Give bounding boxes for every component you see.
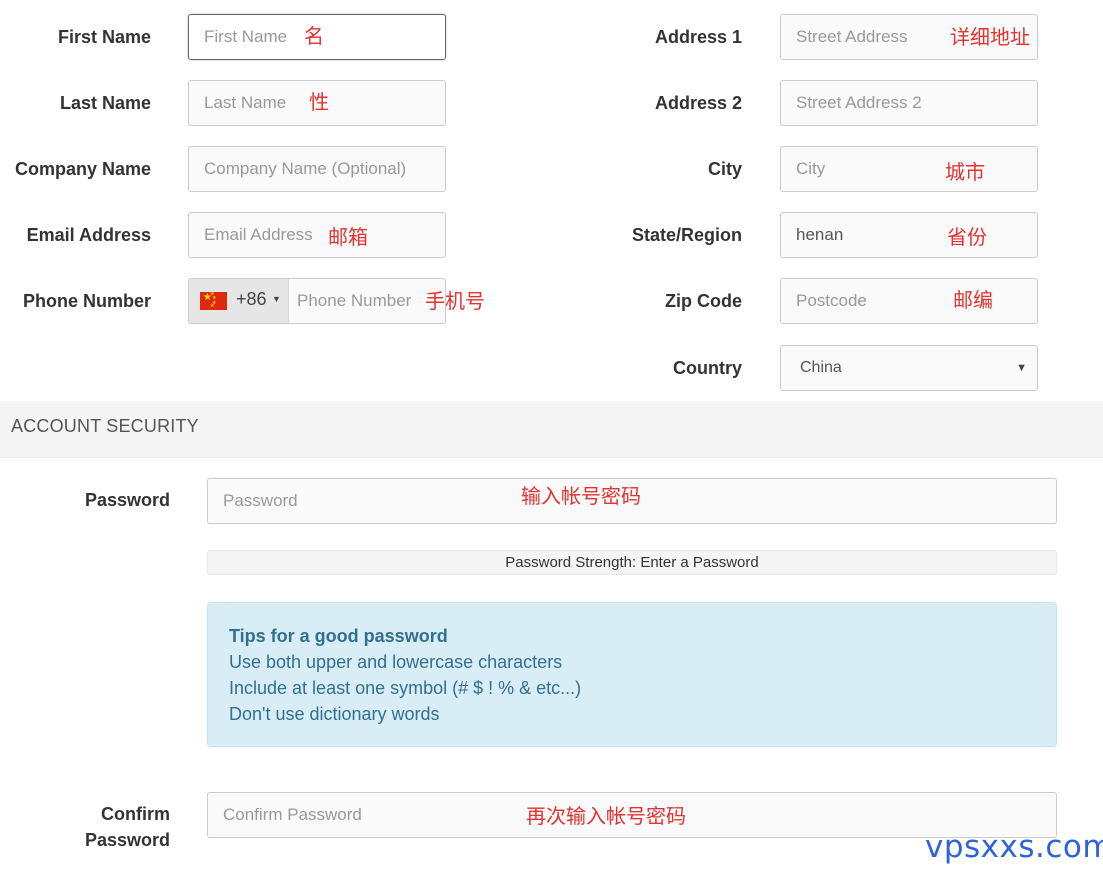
phone-input[interactable] — [288, 279, 445, 323]
tip-line: Don't use dictionary words — [229, 704, 440, 724]
select-arrow-icon: ▼ — [1016, 362, 1027, 374]
password-input[interactable] — [208, 479, 1056, 523]
account-security-header: ACCOUNT SECURITY — [0, 401, 1103, 458]
company-name-input[interactable] — [189, 147, 445, 191]
first-name-field[interactable] — [188, 14, 446, 60]
address1-field[interactable] — [780, 14, 1038, 60]
city-label: City — [707, 159, 742, 179]
last-name-input[interactable] — [189, 81, 445, 125]
company-name-field[interactable] — [188, 146, 446, 192]
address2-input[interactable] — [781, 81, 1037, 125]
zip-label: Zip Code — [665, 291, 742, 311]
country-label: Country — [673, 358, 742, 378]
dial-code: +86 — [236, 289, 267, 309]
first-name-input[interactable] — [189, 15, 445, 59]
city-field[interactable] — [780, 146, 1038, 192]
company-name-label: Company Name — [14, 159, 151, 179]
address2-field[interactable] — [780, 80, 1038, 126]
password-strength-text: Password Strength: Enter a Password — [505, 554, 759, 571]
password-strength-meter: Password Strength: Enter a Password — [207, 550, 1057, 575]
tips-title: Tips for a good password — [229, 626, 448, 646]
tip-line: Include at least one symbol (# $ ! % & e… — [229, 678, 582, 698]
section-title: ACCOUNT SECURITY — [11, 416, 199, 436]
tip-line: Use both upper and lowercase characters — [229, 652, 563, 672]
last-name-field[interactable] — [188, 80, 446, 126]
state-input[interactable] — [781, 213, 1037, 257]
china-flag-icon: ★ ★ ★ ★ ★ — [200, 292, 227, 310]
country-select[interactable]: China ▼ — [780, 345, 1038, 391]
email-field[interactable] — [188, 212, 446, 258]
confirm-label-line1: Confirm — [101, 804, 170, 824]
country-value: China — [800, 359, 842, 376]
confirm-password-label: Confirm Password — [0, 801, 170, 853]
phone-label: Phone Number — [22, 291, 151, 311]
password-tips: Tips for a good password Use both upper … — [207, 602, 1057, 747]
confirm-label-line2: Password — [84, 830, 170, 850]
zip-field[interactable] — [780, 278, 1038, 324]
caret-down-icon: ▼ — [272, 294, 281, 304]
address2-label: Address 2 — [654, 93, 742, 113]
password-label: Password — [84, 490, 170, 510]
address1-label: Address 1 — [654, 27, 742, 47]
password-field[interactable] — [207, 478, 1057, 524]
city-input[interactable] — [781, 147, 1037, 191]
email-label: Email Address — [26, 225, 151, 245]
watermark: vpsxxs.com — [925, 829, 1103, 865]
phone-field[interactable]: ★ ★ ★ ★ ★ +86 ▼ — [188, 278, 446, 324]
state-label: State/Region — [631, 225, 742, 245]
address1-input[interactable] — [781, 15, 1037, 59]
state-field[interactable] — [780, 212, 1038, 258]
country-code-dropdown[interactable]: ★ ★ ★ ★ ★ +86 ▼ — [189, 279, 289, 323]
email-input[interactable] — [189, 213, 445, 257]
zip-input[interactable] — [781, 279, 1037, 323]
first-name-label: First Name — [57, 27, 151, 47]
last-name-label: Last Name — [59, 93, 151, 113]
